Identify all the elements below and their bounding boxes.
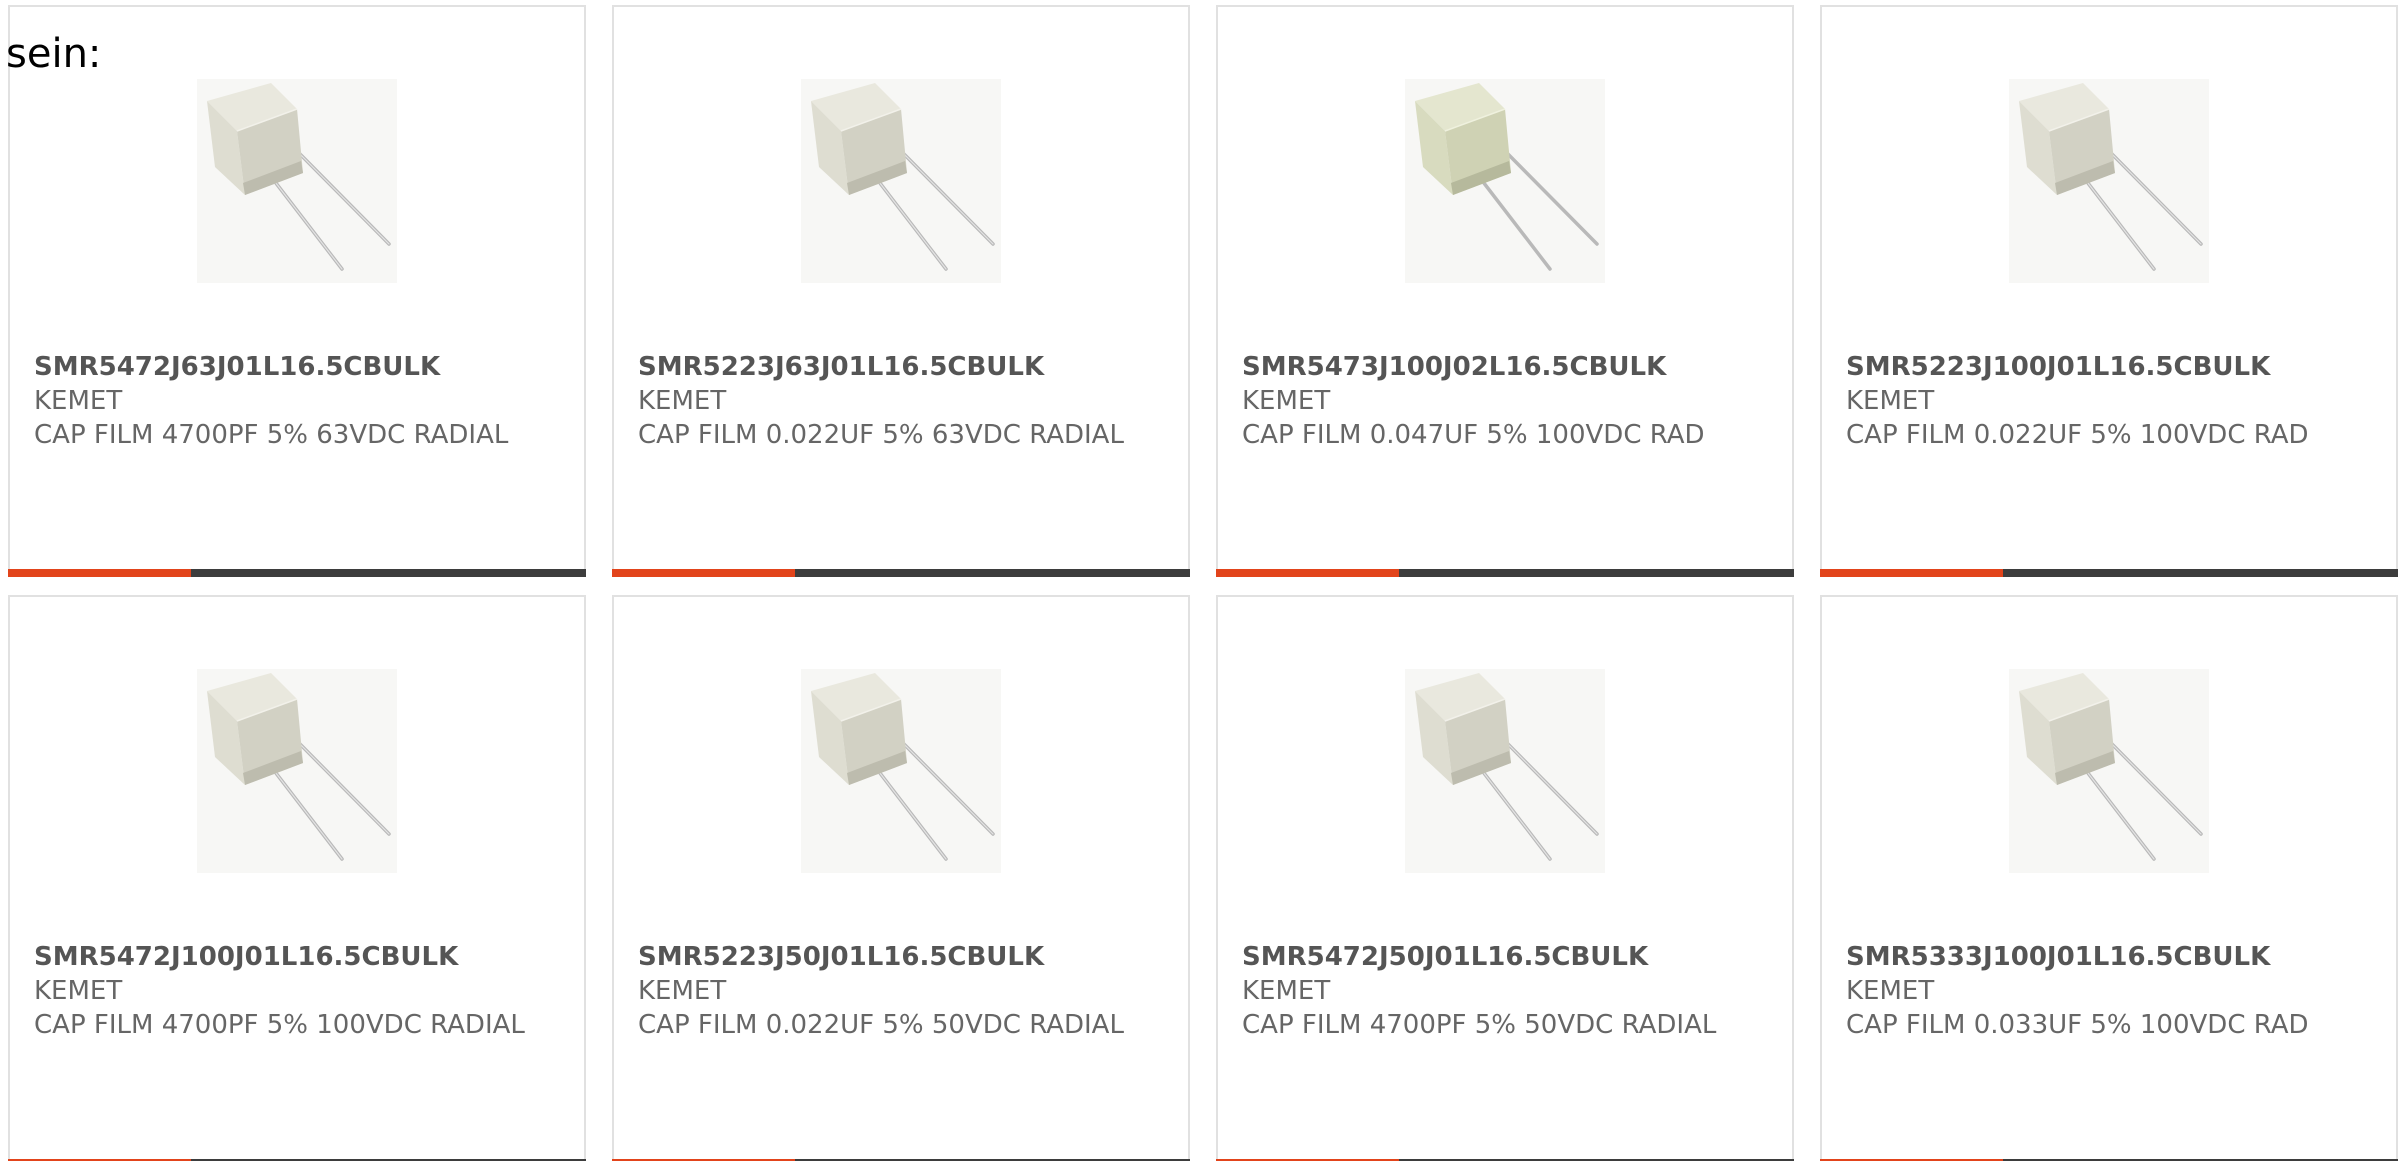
film-capacitor-icon [801, 669, 1001, 873]
part-number: SMR5473J100J02L16.5CBULK [1242, 352, 1667, 382]
part-number: SMR5333J100J01L16.5CBULK [1846, 942, 2271, 972]
card-bar-accent [1216, 569, 1399, 577]
manufacturer: KEMET [638, 386, 727, 416]
product-description: CAP FILM 0.022UF 5% 50VDC RADIAL [638, 1010, 1124, 1040]
manufacturer: KEMET [34, 976, 123, 1006]
manufacturer: KEMET [1242, 386, 1331, 416]
product-description: CAP FILM 0.022UF 5% 100VDC RAD [1846, 420, 2309, 450]
card-bottom-bar [8, 569, 586, 577]
product-description: CAP FILM 0.022UF 5% 63VDC RADIAL [638, 420, 1124, 450]
product-card[interactable]: SMR5223J50J01L16.5CBULK KEMET CAP FILM 0… [612, 595, 1190, 1161]
product-grid: SMR5472J63J01L16.5CBULK KEMET CAP FILM 4… [8, 5, 2398, 1161]
product-card[interactable]: SMR5472J63J01L16.5CBULK KEMET CAP FILM 4… [8, 5, 586, 577]
part-number: SMR5472J50J01L16.5CBULK [1242, 942, 1649, 972]
card-bar-accent [612, 569, 795, 577]
film-capacitor-icon [2009, 79, 2209, 283]
card-bar-accent [8, 569, 191, 577]
part-number: SMR5223J100J01L16.5CBULK [1846, 352, 2271, 382]
product-card[interactable]: SMR5223J63J01L16.5CBULK KEMET CAP FILM 0… [612, 5, 1190, 577]
part-number: SMR5472J63J01L16.5CBULK [34, 352, 441, 382]
product-description: CAP FILM 4700PF 5% 100VDC RADIAL [34, 1010, 525, 1040]
part-number: SMR5223J50J01L16.5CBULK [638, 942, 1045, 972]
product-description: CAP FILM 0.047UF 5% 100VDC RAD [1242, 420, 1705, 450]
manufacturer: KEMET [1242, 976, 1331, 1006]
product-info: SMR5472J100J01L16.5CBULK KEMET CAP FILM … [34, 940, 554, 1042]
product-description: CAP FILM 0.033UF 5% 100VDC RAD [1846, 1010, 2309, 1040]
card-bar-accent [1820, 569, 2003, 577]
product-card[interactable]: SMR5472J50J01L16.5CBULK KEMET CAP FILM 4… [1216, 595, 1794, 1161]
product-card[interactable]: SMR5223J100J01L16.5CBULK KEMET CAP FILM … [1820, 5, 2398, 577]
product-info: SMR5333J100J01L16.5CBULK KEMET CAP FILM … [1846, 940, 2366, 1042]
film-capacitor-icon [801, 79, 1001, 283]
intro-text: sein: [6, 31, 102, 77]
film-capacitor-icon [1405, 79, 1605, 283]
product-card[interactable]: SMR5472J100J01L16.5CBULK KEMET CAP FILM … [8, 595, 586, 1161]
film-capacitor-icon [197, 669, 397, 873]
product-info: SMR5223J100J01L16.5CBULK KEMET CAP FILM … [1846, 350, 2366, 452]
card-bottom-bar [1820, 569, 2398, 577]
card-bottom-bar [1216, 569, 1794, 577]
film-capacitor-icon [197, 79, 397, 283]
manufacturer: KEMET [1846, 386, 1935, 416]
product-card[interactable]: SMR5473J100J02L16.5CBULK KEMET CAP FILM … [1216, 5, 1794, 577]
film-capacitor-icon [1405, 669, 1605, 873]
film-capacitor-icon [2009, 669, 2209, 873]
card-bottom-bar [612, 569, 1190, 577]
manufacturer: KEMET [34, 386, 123, 416]
manufacturer: KEMET [1846, 976, 1935, 1006]
product-card[interactable]: SMR5333J100J01L16.5CBULK KEMET CAP FILM … [1820, 595, 2398, 1161]
part-number: SMR5472J100J01L16.5CBULK [34, 942, 459, 972]
product-info: SMR5223J63J01L16.5CBULK KEMET CAP FILM 0… [638, 350, 1158, 452]
part-number: SMR5223J63J01L16.5CBULK [638, 352, 1045, 382]
product-description: CAP FILM 4700PF 5% 50VDC RADIAL [1242, 1010, 1717, 1040]
product-page: sein: SMR5472J63J01L16.5CBULK KEMET CAP … [0, 0, 2400, 1161]
product-info: SMR5472J63J01L16.5CBULK KEMET CAP FILM 4… [34, 350, 554, 452]
product-info: SMR5223J50J01L16.5CBULK KEMET CAP FILM 0… [638, 940, 1158, 1042]
product-info: SMR5473J100J02L16.5CBULK KEMET CAP FILM … [1242, 350, 1762, 452]
product-info: SMR5472J50J01L16.5CBULK KEMET CAP FILM 4… [1242, 940, 1762, 1042]
product-description: CAP FILM 4700PF 5% 63VDC RADIAL [34, 420, 509, 450]
manufacturer: KEMET [638, 976, 727, 1006]
